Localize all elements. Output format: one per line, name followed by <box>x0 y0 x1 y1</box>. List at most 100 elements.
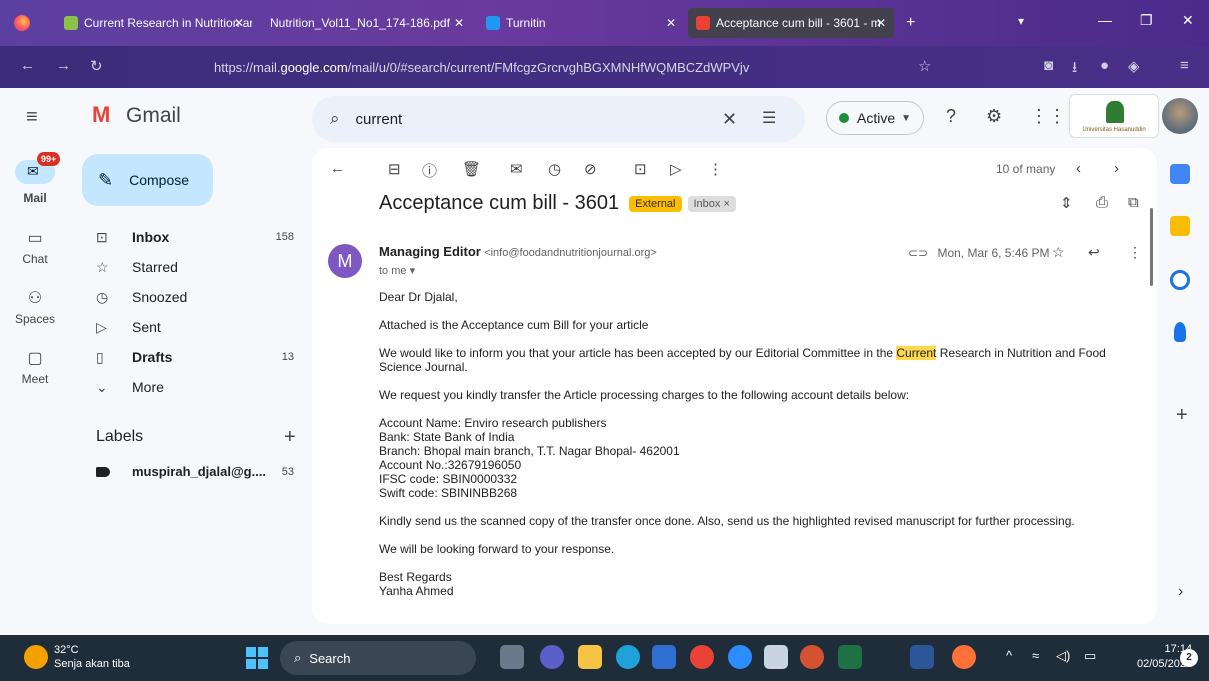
close-tab-icon[interactable]: ✕ <box>876 16 886 30</box>
search-bar[interactable]: ⌕ current ✕ ☰ <box>312 96 805 142</box>
keep-icon[interactable] <box>1170 216 1190 236</box>
more-options-icon[interactable]: ⋮ <box>708 160 723 178</box>
delete-icon[interactable]: 🗑 <box>462 160 481 178</box>
folder-more[interactable]: ⌄ More <box>96 372 304 402</box>
sender-avatar[interactable]: M <box>328 244 362 278</box>
status-dropdown[interactable]: Active ▼ <box>826 101 924 135</box>
task-view-icon[interactable] <box>500 645 524 669</box>
tab-turnitin[interactable]: Turnitin ✕ <box>478 8 684 38</box>
rail-spaces[interactable]: ⚇ Spaces <box>0 288 70 326</box>
close-window-icon[interactable]: ✕ <box>1182 12 1194 29</box>
rail-chat[interactable]: ▭ Chat <box>0 228 70 266</box>
clear-search-icon[interactable]: ✕ <box>722 109 737 130</box>
folder-snoozed[interactable]: ◷ Snoozed <box>96 282 304 312</box>
firefox-taskbar-icon[interactable] <box>952 645 976 669</box>
app-icon[interactable] <box>764 645 788 669</box>
inbox-chip[interactable]: Inbox × <box>687 195 736 212</box>
bookmark-star-icon[interactable]: ☆ <box>918 57 931 75</box>
reply-icon[interactable]: ↩ <box>1088 244 1100 261</box>
notification-badge[interactable]: 2 <box>1180 649 1198 667</box>
folder-sent[interactable]: ▷ Sent <box>96 312 304 342</box>
collapse-all-icon[interactable]: ⇕ <box>1060 194 1073 212</box>
scrollbar[interactable] <box>1150 208 1153 286</box>
start-button[interactable] <box>246 647 268 669</box>
tray-expand-icon[interactable]: ^ <box>1006 648 1012 663</box>
more-options-icon[interactable]: ⋮ <box>1128 244 1142 261</box>
powerpoint-icon[interactable] <box>800 645 824 669</box>
folder-inbox[interactable]: ⊡ Inbox 158 <box>96 222 304 252</box>
compose-button[interactable]: ✎ Compose <box>82 154 213 206</box>
move-to-icon[interactable]: ⊡ <box>634 160 647 178</box>
tasks-icon[interactable] <box>1170 270 1190 290</box>
word-icon[interactable] <box>910 645 934 669</box>
wifi-icon[interactable]: ≈ <box>1032 648 1039 663</box>
folder-drafts[interactable]: ▯ Drafts 13 <box>96 342 304 372</box>
main-menu-icon[interactable]: ≡ <box>26 106 38 129</box>
print-icon[interactable]: ⎙ <box>1096 194 1108 211</box>
file-explorer-icon[interactable] <box>578 645 602 669</box>
chrome-icon[interactable] <box>690 645 714 669</box>
label-icon[interactable]: ▷ <box>670 160 682 178</box>
help-icon[interactable]: ? <box>946 106 956 127</box>
back-to-search-icon[interactable]: ← <box>330 160 345 177</box>
new-tab-icon[interactable]: + <box>906 14 915 32</box>
firefox-icon[interactable] <box>14 15 30 31</box>
volume-icon[interactable]: ◁) <box>1056 648 1070 664</box>
weather-widget[interactable]: 32°C Senja akan tiba <box>24 643 130 671</box>
show-side-panel-icon[interactable]: › <box>1178 583 1183 601</box>
search-options-icon[interactable]: ☰ <box>762 108 776 128</box>
restore-icon[interactable]: ❐ <box>1140 12 1153 29</box>
organization-logo[interactable]: Universitas Hasanuddin <box>1069 94 1159 138</box>
menu-icon[interactable]: ≡ <box>1180 57 1189 74</box>
recipient-toggle[interactable]: to me ▾ <box>379 264 415 277</box>
teams-chat-icon[interactable] <box>540 645 564 669</box>
sender-name[interactable]: Managing Editor <box>379 244 481 259</box>
apps-grid-icon[interactable]: ⋮⋮ <box>1030 106 1066 127</box>
account-icon[interactable]: ● <box>1100 57 1109 74</box>
open-new-window-icon[interactable]: ⧉ <box>1128 194 1139 211</box>
search-icon[interactable]: ⌕ <box>330 109 340 129</box>
snooze-icon[interactable]: ◷ <box>548 160 561 178</box>
create-label-icon[interactable]: + <box>284 426 296 449</box>
download-icon[interactable]: ⭳ <box>1072 57 1077 82</box>
url-bar[interactable]: https://mail.google.com/mail/u/0/#search… <box>188 52 944 82</box>
excel-icon[interactable] <box>838 645 862 669</box>
report-spam-icon[interactable]: ⓘ <box>422 160 437 181</box>
archive-icon[interactable]: ⊟ <box>388 160 401 178</box>
taskbar-search[interactable]: ⌕ Search <box>280 641 476 675</box>
paragraph: Attached is the Acceptance cum Bill for … <box>379 318 649 332</box>
tab-pdf[interactable]: Nutrition_Vol11_No1_174-186.pdf ✕ <box>262 8 472 38</box>
tab-acceptance[interactable]: Acceptance cum bill - 3601 - m ✕ <box>688 8 894 38</box>
rail-mail[interactable]: ✉ 99+ Mail <box>0 152 70 205</box>
edge-icon[interactable] <box>616 645 640 669</box>
tab-current-research[interactable]: Current Research in Nutrition ar ✕ <box>56 8 252 38</box>
label-item[interactable]: muspirah_djalal@g.... 53 <box>96 464 304 479</box>
contacts-icon[interactable] <box>1174 322 1186 342</box>
settings-gear-icon[interactable]: ⚙ <box>986 106 1002 127</box>
older-icon[interactable]: › <box>1114 160 1119 177</box>
account-avatar[interactable] <box>1162 98 1198 134</box>
star-icon[interactable]: ☆ <box>1052 244 1065 261</box>
close-tab-icon[interactable]: ✕ <box>454 16 464 30</box>
rail-meet[interactable]: ▢ Meet <box>0 348 70 386</box>
extensions-icon[interactable]: ◈ <box>1128 57 1140 75</box>
back-icon[interactable]: ← <box>20 57 35 74</box>
close-tab-icon[interactable]: ✕ <box>666 16 676 30</box>
add-task-icon[interactable]: ⊘ <box>584 160 597 178</box>
pocket-icon[interactable]: ◙ <box>1044 57 1053 74</box>
newer-icon[interactable]: ‹ <box>1076 160 1081 177</box>
folder-starred[interactable]: ☆ Starred <box>96 252 304 282</box>
search-input[interactable]: current <box>356 111 403 128</box>
zoom-icon[interactable] <box>728 645 752 669</box>
tab-list-icon[interactable]: ▾ <box>1018 14 1024 28</box>
forward-icon[interactable]: → <box>56 57 71 74</box>
mark-unread-icon[interactable]: ✉ <box>510 160 523 178</box>
reload-icon[interactable]: ↻ <box>90 57 103 75</box>
minimize-icon[interactable]: — <box>1098 12 1112 28</box>
store-icon[interactable] <box>652 645 676 669</box>
close-tab-icon[interactable]: ✕ <box>234 16 244 30</box>
gmail-logo[interactable]: M Gmail <box>92 102 181 128</box>
battery-icon[interactable]: ▭ <box>1084 648 1096 664</box>
get-addons-icon[interactable]: + <box>1176 404 1188 427</box>
calendar-icon[interactable] <box>1170 164 1190 184</box>
